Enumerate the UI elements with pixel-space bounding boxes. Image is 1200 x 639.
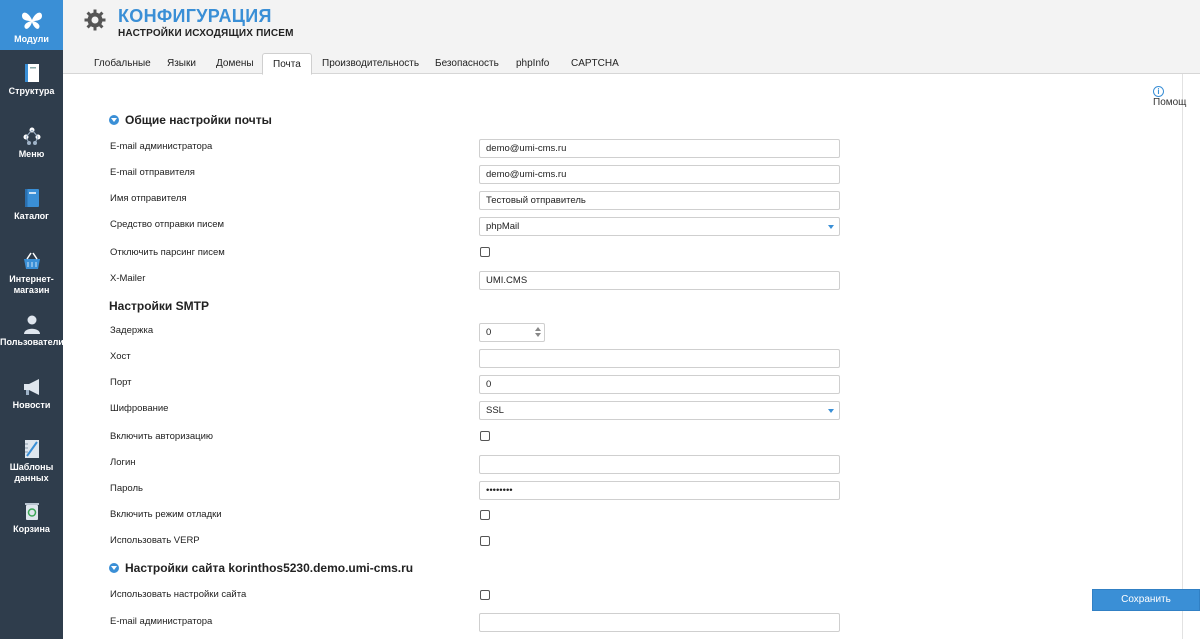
host-field[interactable] [479,349,840,368]
help-label: Помощ [1153,97,1187,108]
tab-captcha[interactable]: CAPTCHA [561,53,629,74]
use-site-settings-checkbox[interactable] [480,590,490,600]
page-subtitle: НАСТРОЙКИ ИСХОДЯЩИХ ПИСЕМ [118,28,294,39]
encryption-label: Шифрование [110,403,169,414]
sidebar-item-label: Пользователи [0,337,64,347]
help-link[interactable]: iПомощ [1153,85,1200,108]
trash-bin-icon [24,503,39,520]
sender-email-label: E-mail отправителя [110,167,195,178]
site-admin-email-label: E-mail администратора [110,616,213,627]
section-site[interactable]: Настройки сайта korinthos5230.demo.umi-c… [109,561,413,575]
section-general-mail[interactable]: Общие настройки почты [109,113,272,127]
delay-label: Задержка [110,325,154,336]
collapse-icon [109,115,119,125]
sidebar-item-modules[interactable]: Модули [0,0,63,50]
chevron-down-icon [828,409,834,413]
sidebar-item-label: Новости [12,400,51,410]
login-label: Логин [110,457,136,468]
info-icon: i [1153,86,1164,97]
xmailer-label: X-Mailer [110,273,146,284]
tab-domains[interactable]: Домены [206,53,264,74]
sidebar-item-menu[interactable]: Меню [0,125,63,165]
transport-label: Средство отправки писем [110,219,225,230]
sidebar-item-catalog[interactable]: Каталог [0,187,63,227]
sidebar-item-structure[interactable]: Структура [0,62,63,102]
verp-checkbox[interactable] [480,536,490,546]
auth-checkbox[interactable] [480,431,490,441]
sidebar-item-news[interactable]: Новости [0,376,63,416]
user-icon [23,315,40,334]
menu-tree-icon [23,127,40,145]
save-button[interactable]: Сохранить [1092,589,1200,611]
admin-email-label: E-mail администратора [110,141,213,152]
sidebar-item-shop[interactable]: Интернет-магазин [0,250,63,300]
sidebar-item-label: Меню [18,149,45,159]
collapse-icon [109,563,119,573]
password-field[interactable] [479,481,840,500]
tab-mail[interactable]: Почта [262,53,312,75]
admin-email-field[interactable] [479,139,840,158]
butterfly-icon [21,12,42,29]
section-title: Общие настройки почты [125,113,272,127]
section-smtp: Настройки SMTP [109,299,209,313]
sidebar-item-users[interactable]: Пользователи [0,313,64,353]
sidebar-item-label: Шаблоны данных [9,462,54,483]
host-label: Хост [110,351,131,362]
xmailer-field[interactable] [479,271,840,290]
login-field[interactable] [479,455,840,474]
debug-label: Включить режим отладки [110,509,222,520]
stepper-arrows-icon[interactable] [535,327,541,338]
basket-icon [23,252,40,269]
megaphone-icon [23,379,39,395]
delay-value: 0 [486,327,492,338]
page-title: КОНФИГУРАЦИЯ [118,6,272,26]
tab-global[interactable]: Глобальные [84,53,161,74]
port-field[interactable] [479,375,840,394]
content-divider [1182,74,1183,639]
catalog-book-icon [24,189,39,207]
sidebar: Модули Структура Меню Каталог Интернет-м… [0,0,64,639]
tab-languages[interactable]: Языки [157,53,206,74]
sidebar-item-label: Корзина [13,524,50,534]
sidebar-item-label: Модули [14,34,49,44]
sidebar-item-label: Интернет-магазин [9,274,54,295]
debug-checkbox[interactable] [480,510,490,520]
transport-select-value: phpMail [486,221,520,232]
sidebar-item-templates[interactable]: Шаблоны данных [0,438,63,488]
sidebar-item-label: Структура [8,86,55,96]
tab-performance[interactable]: Производительность [312,53,429,74]
disable-parsing-label: Отключить парсинг писем [110,247,225,258]
gear-icon [84,9,106,31]
page-header: КОНФИГУРАЦИЯ НАСТРОЙКИ ИСХОДЯЩИХ ПИСЕМ Г… [63,0,1200,75]
password-label: Пароль [110,483,143,494]
chevron-down-icon [828,225,834,229]
use-site-settings-label: Использовать настройки сайта [110,589,247,600]
sidebar-item-trash[interactable]: Корзина [0,500,63,540]
tab-phpinfo[interactable]: phpInfo [506,53,559,74]
verp-label: Использовать VERP [110,535,200,546]
site-admin-email-field[interactable] [479,613,840,632]
auth-label: Включить авторизацию [110,431,214,442]
section-title: Настройки SMTP [109,299,209,313]
sender-name-field[interactable] [479,191,840,210]
tab-security[interactable]: Безопасность [425,53,509,74]
disable-parsing-checkbox[interactable] [480,247,490,257]
sender-email-field[interactable] [479,165,840,184]
sender-name-label: Имя отправителя [110,193,187,204]
encryption-select-value: SSL [486,405,504,416]
section-title: Настройки сайта korinthos5230.demo.umi-c… [125,561,414,575]
delay-stepper[interactable]: 0 [479,323,545,342]
port-label: Порт [110,377,132,388]
encryption-select[interactable]: SSL [479,401,840,420]
ruler-icon [24,440,39,458]
sidebar-item-label: Каталог [14,211,49,221]
transport-select[interactable]: phpMail [479,217,840,236]
structure-icon [24,64,39,82]
